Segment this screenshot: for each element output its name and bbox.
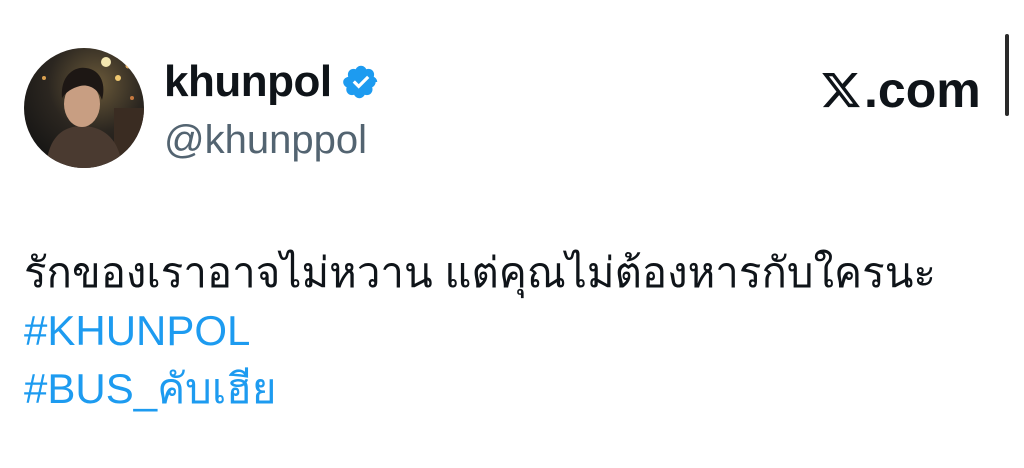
tweet-body: รักของเราอาจไม่หวาน แต่คุณไม่ต้องหารกับใ… [24, 244, 936, 418]
x-logo-icon [820, 69, 862, 111]
user-handle[interactable]: @khunppol [164, 116, 380, 164]
tweet-author: khunpol @khunppol [164, 56, 380, 164]
hashtag-link[interactable]: #KHUNPOL [24, 302, 936, 360]
avatar[interactable] [24, 48, 144, 168]
hashtag-link[interactable]: #BUS_คับเฮีย [24, 360, 936, 418]
profile-photo [24, 48, 144, 168]
verified-badge-icon [342, 63, 380, 101]
scrollbar[interactable] [1005, 34, 1009, 116]
name-row: khunpol [164, 56, 380, 108]
display-name[interactable]: khunpol [164, 56, 332, 108]
tweet-text: รักของเราอาจไม่หวาน แต่คุณไม่ต้องหารกับใ… [24, 249, 936, 296]
brand-domain: .com [864, 62, 981, 118]
brand-watermark: .com [820, 58, 981, 122]
